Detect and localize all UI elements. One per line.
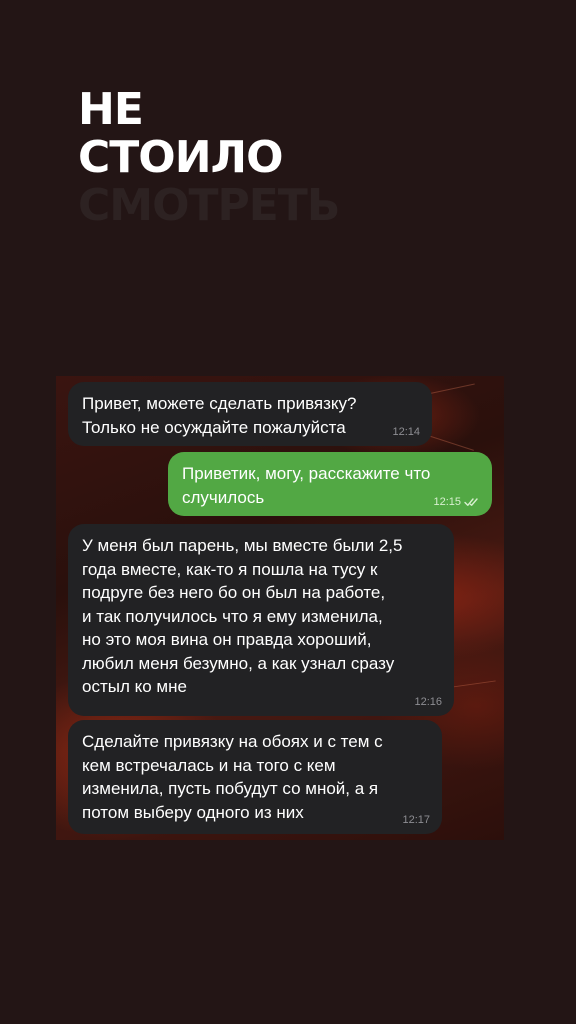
message-bubble-incoming[interactable]: Сделайте привязку на обоях и с тем с кем… [68,720,442,834]
message-text: Привет, можете сделать привязку? Только … [82,394,357,437]
message-time: 12:14 [392,426,420,438]
message-bubble-outgoing[interactable]: Приветик, могу, расскажите что случилось… [168,452,492,516]
headline-line-3: СМОТРЕТЬ [78,180,340,231]
headline-line-1: НЕ [78,84,144,135]
headline: НЕ СТОИЛО СМОТРЕТЬ [78,84,340,231]
message-time: 12:16 [414,696,442,708]
message-meta: 12:17 [402,814,430,826]
message-time: 12:17 [402,814,430,826]
message-bubble-incoming[interactable]: У меня был парень, мы вместе были 2,5 го… [68,524,454,716]
message-text: Сделайте привязку на обоях и с тем с кем… [82,732,383,822]
message-time: 12:15 [433,496,461,508]
chat-screenshot: Привет, можете сделать привязку? Только … [56,376,504,840]
message-meta: 12:16 [414,696,442,708]
message-meta: 12:15 [433,496,480,508]
message-meta: 12:14 [392,426,420,438]
message-text: У меня был парень, мы вместе были 2,5 го… [82,536,403,696]
headline-line-2: СТОИЛО [78,132,283,183]
double-check-icon [464,498,478,506]
message-bubble-incoming[interactable]: Привет, можете сделать привязку? Только … [68,382,432,446]
